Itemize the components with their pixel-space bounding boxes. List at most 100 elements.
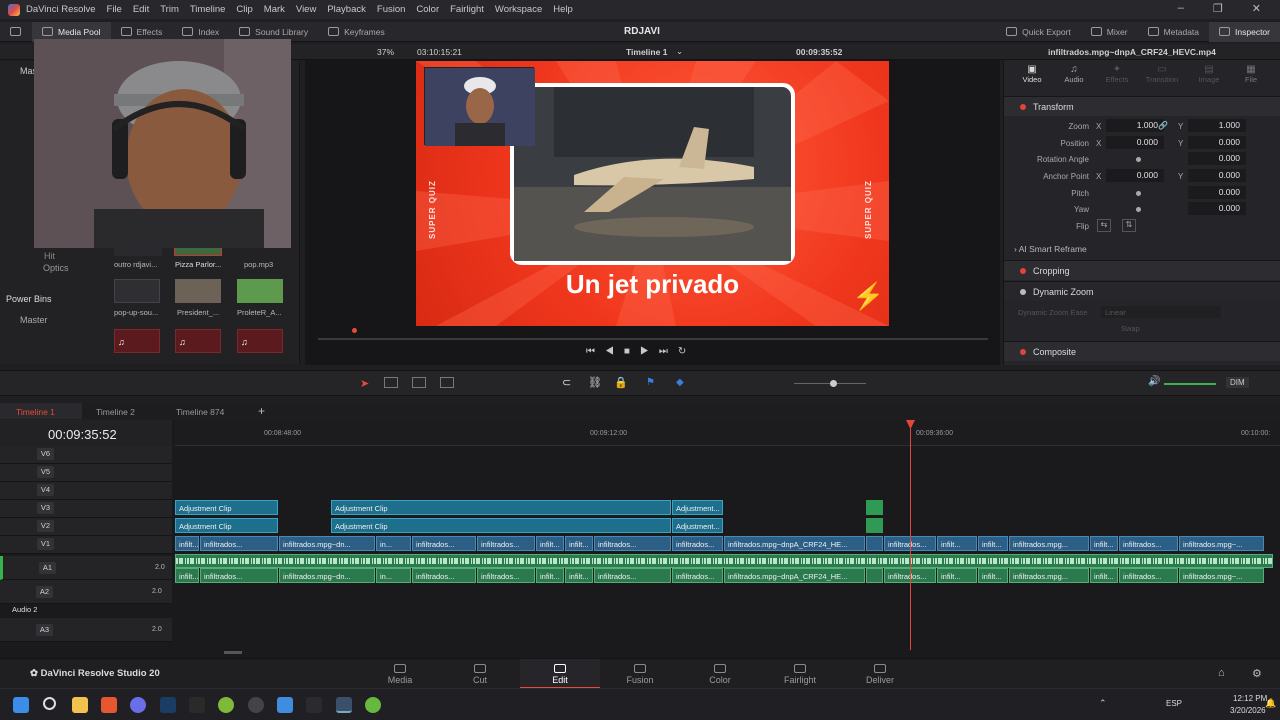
app-icon[interactable] [365, 697, 381, 713]
video-clip[interactable]: infiltrados... [594, 536, 671, 551]
yaw-slider[interactable] [1136, 207, 1141, 212]
inspector-button[interactable]: Inspector [1209, 21, 1280, 42]
close-icon[interactable]: ✕ [1252, 2, 1261, 15]
enabled-dot[interactable] [1020, 349, 1026, 355]
audio-waveform-lane[interactable] [175, 554, 1273, 568]
tab-video[interactable]: ▣ Video [1020, 64, 1044, 84]
disabled-dot[interactable] [1020, 289, 1026, 295]
rotation-field[interactable]: 0.000 [1188, 152, 1246, 165]
audio-clip[interactable]: infiltrados.mpg~... [1179, 568, 1264, 583]
power-bin-master[interactable]: Master [20, 315, 48, 325]
menu-file[interactable]: File [107, 4, 122, 15]
dynamic-trim-icon[interactable] [412, 377, 426, 388]
tab-audio[interactable]: ♫ Audio [1062, 64, 1086, 84]
adjustment-clip[interactable]: Adjustment Clip [331, 500, 671, 515]
clip-name[interactable]: pop.mp3 [244, 260, 273, 269]
volume-slider[interactable] [1164, 383, 1216, 385]
keyframes-button[interactable]: Keyframes [318, 22, 395, 42]
pitch-slider[interactable] [1136, 191, 1141, 196]
menu-playback[interactable]: Playback [327, 4, 366, 15]
track-header-v1[interactable]: V1 [0, 536, 172, 554]
capcut-icon[interactable] [306, 697, 322, 713]
dim-button[interactable]: DIM [1226, 377, 1249, 388]
adjustment-clip[interactable]: Adjustment Clip [175, 500, 278, 515]
selection-tool-icon[interactable]: ➤ [360, 377, 369, 390]
flag-icon[interactable]: ⚑ [646, 377, 655, 388]
audio-clip[interactable]: infiltrados.mpg~dnpA_CRF24_HE... [724, 568, 865, 583]
video-clip[interactable]: infilt... [565, 536, 593, 551]
green-clip[interactable] [866, 500, 883, 515]
video-clip[interactable]: infiltrados.mpg~dn... [279, 536, 375, 551]
track-header-v2[interactable]: V2 [0, 518, 172, 536]
video-clip[interactable]: infilt... [1090, 536, 1118, 551]
composite-section[interactable]: Composite [1004, 341, 1280, 361]
stop-icon[interactable]: ■ [624, 346, 640, 357]
menu-trim[interactable]: Trim [160, 4, 179, 15]
page-edit[interactable]: Edit [520, 659, 600, 689]
trim-tool-icon[interactable] [384, 377, 398, 388]
video-clip[interactable]: in... [376, 536, 411, 551]
video-clip[interactable]: infiltrados... [200, 536, 278, 551]
dz-ease-select[interactable]: Linear [1101, 306, 1221, 318]
menu-clip[interactable]: Clip [236, 4, 252, 15]
audio-clip[interactable]: infiltrados... [594, 568, 671, 583]
add-tab-icon[interactable]: + [258, 404, 265, 418]
discord-icon[interactable] [130, 697, 146, 713]
language-indicator[interactable]: ESP [1166, 699, 1182, 708]
quick-export-button[interactable]: Quick Export [996, 22, 1081, 42]
audio-clip[interactable]: infilt... [1090, 568, 1118, 583]
dynamic-zoom-section[interactable]: Dynamic Zoom [1004, 281, 1280, 301]
video-clip[interactable]: infiltrados... [1119, 536, 1178, 551]
loop-icon[interactable]: ↻ [678, 346, 696, 357]
clip-name[interactable]: President_... [177, 308, 219, 317]
video-clip[interactable]: infiltrados... [412, 536, 476, 551]
audio-clip[interactable]: infilt... [565, 568, 593, 583]
lock-icon[interactable]: 🔒 [614, 376, 628, 389]
tab-timeline-874[interactable]: Timeline 874 [170, 403, 254, 419]
audio-clip[interactable]: infilt... [536, 568, 564, 583]
audio-clip[interactable]: infiltrados... [1119, 568, 1178, 583]
menu-app[interactable]: DaVinci Resolve [26, 4, 96, 15]
audio-clip[interactable]: infiltrados... [200, 568, 278, 583]
play-icon[interactable]: ▶ [640, 346, 659, 357]
tab-image[interactable]: ▤ Image [1194, 64, 1224, 84]
page-fusion[interactable]: Fusion [600, 659, 680, 689]
video-clip[interactable]: infilt... [175, 536, 199, 551]
track-header-a3[interactable]: A3 2.0 [0, 618, 172, 642]
page-fairlight[interactable]: Fairlight [760, 659, 840, 689]
anchor-x-field[interactable]: 0.000 [1106, 169, 1164, 182]
panel-toggle[interactable] [0, 22, 32, 42]
tab-transition[interactable]: ▭ Transition [1142, 64, 1182, 84]
marker-icon[interactable]: ◆ [676, 377, 684, 388]
speaker-icon[interactable]: 🔊 [1148, 376, 1160, 387]
audio-clip[interactable]: infilt... [978, 568, 1008, 583]
viewer-scrubber[interactable] [318, 338, 988, 340]
clip-name[interactable]: pop-up-sou... [114, 308, 158, 317]
clip-name[interactable]: Pizza Parlor... [175, 260, 221, 269]
clip-thumb[interactable] [175, 279, 221, 303]
playhead[interactable] [910, 420, 911, 650]
mixer-button[interactable]: Mixer [1081, 22, 1138, 42]
track-header-v6[interactable]: V6 [0, 446, 172, 464]
track-header-a1[interactable]: A1 2.0 [0, 556, 172, 580]
audio-clip[interactable]: infiltrados... [672, 568, 723, 583]
audio-clip-thumb[interactable]: ♫ [175, 329, 221, 353]
davinci-resolve-icon[interactable] [336, 697, 352, 713]
clip-thumb[interactable] [237, 279, 283, 303]
windows-start-icon[interactable] [13, 697, 29, 713]
snapping-icon[interactable]: ⊂ [562, 376, 571, 389]
enabled-dot[interactable] [1020, 104, 1026, 110]
cropping-section[interactable]: Cropping [1004, 260, 1280, 280]
bin-optics[interactable]: Optics [43, 263, 69, 273]
timeline-selector[interactable]: Timeline 1 [626, 47, 667, 57]
page-deliver[interactable]: Deliver [840, 659, 920, 689]
track-header-v5[interactable]: V5 [0, 464, 172, 482]
tab-timeline-1[interactable]: Timeline 1 [0, 403, 82, 419]
menu-workspace[interactable]: Workspace [495, 4, 542, 15]
maximize-icon[interactable]: ❐ [1213, 2, 1223, 15]
link-icon[interactable]: 🔗 [1158, 121, 1168, 130]
audio-clip[interactable]: infiltrados... [412, 568, 476, 583]
menu-color[interactable]: Color [416, 4, 439, 15]
menu-fairlight[interactable]: Fairlight [450, 4, 484, 15]
chevron-up-icon[interactable]: ⌃ [1099, 698, 1107, 709]
